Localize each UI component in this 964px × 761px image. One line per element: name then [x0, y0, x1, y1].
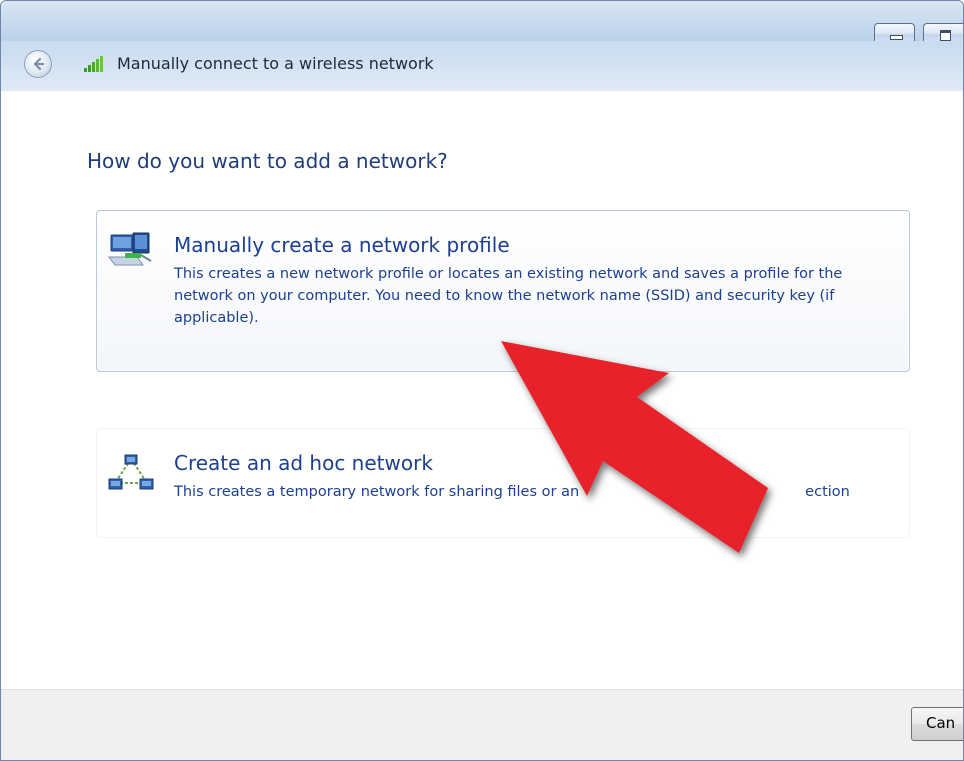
- option-manual-profile[interactable]: Manually create a network profile This c…: [96, 210, 910, 372]
- page-title: How do you want to add a network?: [87, 149, 448, 173]
- option-description-start: This creates a temporary network for sha…: [174, 484, 580, 500]
- option-description-tail: ection: [805, 484, 850, 500]
- wireless-signal-icon: [84, 56, 103, 72]
- wizard-content: How do you want to add a network? Manual…: [1, 91, 963, 689]
- minimize-icon: [890, 35, 903, 40]
- maximize-icon: [940, 30, 951, 41]
- option-description: This creates a temporary network for sha…: [174, 481, 904, 503]
- wizard-footer: Can: [1, 689, 963, 760]
- cancel-button[interactable]: Can: [911, 707, 963, 741]
- title-bar: [1, 1, 963, 45]
- wizard-title: Manually connect to a wireless network: [117, 54, 434, 73]
- back-button[interactable]: [24, 50, 52, 78]
- wizard-window: Manually connect to a wireless network H…: [0, 0, 964, 761]
- option-ad-hoc[interactable]: Create an ad hoc network This creates a …: [96, 428, 910, 538]
- network-profile-icon: [108, 232, 152, 266]
- back-arrow-icon: [33, 57, 45, 71]
- option-title: Manually create a network profile: [174, 233, 510, 257]
- wizard-nav-bar: Manually connect to a wireless network: [1, 41, 963, 91]
- option-description: This creates a new network profile or lo…: [174, 266, 843, 326]
- option-title: Create an ad hoc network: [174, 451, 433, 475]
- ad-hoc-network-icon: [108, 454, 154, 490]
